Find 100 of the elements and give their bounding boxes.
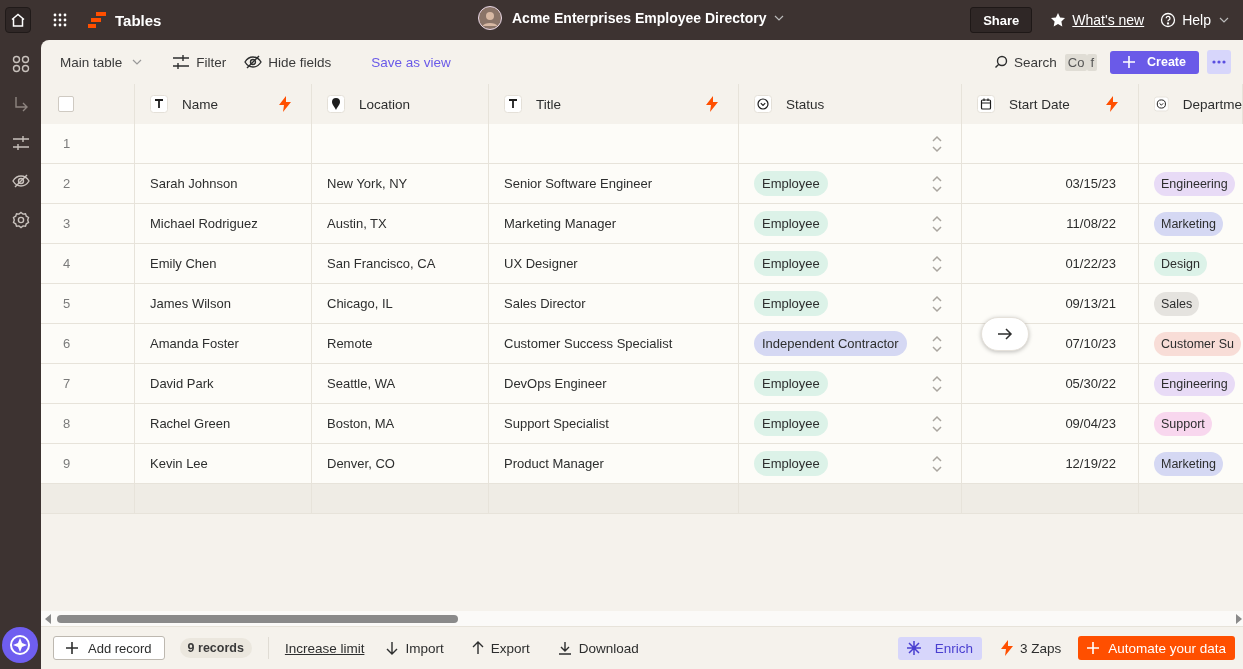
apps-icon[interactable] [11, 55, 30, 73]
table-cell: 05/30/22 [962, 364, 1139, 404]
table-cell: Austin, TX [312, 204, 489, 244]
department-tag[interactable]: Marketing [1154, 451, 1223, 476]
filter-icon [172, 54, 191, 70]
save-as-view-link[interactable]: Save as view [371, 54, 451, 70]
letter-t-icon [150, 95, 168, 113]
checkbox[interactable] [58, 96, 74, 112]
chevron-down-icon [774, 15, 785, 21]
zaps-button[interactable]: 3 Zaps [1000, 640, 1062, 656]
hidden-icon[interactable] [11, 173, 30, 189]
status-tag[interactable]: Employee [754, 411, 828, 436]
increase-limit-link[interactable]: Increase limit [284, 640, 365, 656]
table-cell: Remote [312, 324, 489, 364]
department-tag[interactable]: Design [1154, 251, 1207, 276]
table-cell: Senior Software Engineer [489, 164, 739, 204]
plus-icon [1087, 642, 1100, 654]
department-tag[interactable]: Engineering [1154, 371, 1235, 396]
status-tag[interactable]: Employee [754, 171, 828, 196]
row-number: 6 [41, 324, 135, 364]
help-icon [1160, 12, 1177, 28]
table-cell: 03/15/23 [962, 164, 1139, 204]
compass-icon[interactable] [2, 627, 38, 663]
table-cell: Sarah Johnson [135, 164, 312, 204]
table-cell: Chicago, IL [312, 284, 489, 324]
status-tag[interactable]: Independent Contractor [754, 331, 907, 356]
status-tag[interactable]: Employee [754, 371, 828, 396]
hidden-icon [244, 54, 263, 70]
arrow-down-icon [386, 641, 399, 655]
lightning-icon [1000, 640, 1013, 656]
settings-icon[interactable] [11, 211, 30, 229]
download-button[interactable]: Download [557, 640, 639, 656]
row-number: 4 [41, 244, 135, 284]
status-tag[interactable]: Employee [754, 291, 828, 316]
table-cell: Marketing Manager [489, 204, 739, 244]
lightning-icon [279, 96, 291, 112]
logo-icon [88, 12, 106, 28]
whats-new-link[interactable]: What's new [1072, 12, 1145, 28]
lightning-icon [1106, 96, 1118, 112]
record-count: 9 records [179, 638, 252, 658]
search-button[interactable]: Search [994, 54, 1057, 70]
help-menu[interactable]: Help [1182, 12, 1229, 28]
create-button[interactable]: Create [1110, 50, 1199, 74]
status-tag[interactable]: Employee [754, 451, 828, 476]
up-down-chevron-icon[interactable] [931, 134, 943, 153]
table-cell: Michael Rodriguez [135, 204, 312, 244]
row-number: 8 [41, 404, 135, 444]
export-button[interactable]: Export [471, 640, 530, 656]
up-down-chevron-icon[interactable] [931, 214, 943, 233]
chevron-down-icon [132, 59, 143, 65]
table-cell: San Francisco, CA [312, 244, 489, 284]
horizontal-scrollbar[interactable] [41, 611, 1243, 627]
up-down-chevron-icon[interactable] [931, 334, 943, 353]
row-number: 5 [41, 284, 135, 324]
hide-fields-button[interactable]: Hide fields [244, 54, 332, 70]
table-cell: 09/04/23 [962, 404, 1139, 444]
filter-icon[interactable] [11, 135, 30, 151]
table-cell: David Park [135, 364, 312, 404]
row-number: 7 [41, 364, 135, 404]
up-down-chevron-icon[interactable] [931, 454, 943, 473]
document-title-dropdown[interactable]: Acme Enterprises Employee Directory [512, 10, 785, 26]
enrich-button[interactable]: Enrich [897, 636, 982, 660]
home-button[interactable] [5, 7, 31, 33]
row-number: 3 [41, 204, 135, 244]
department-tag[interactable]: Support [1154, 411, 1212, 436]
filter-button[interactable]: Filter [172, 54, 227, 70]
department-tag[interactable]: Engineering [1154, 171, 1235, 196]
department-tag[interactable]: Marketing [1154, 211, 1223, 236]
table-cell: 11/08/22 [962, 204, 1139, 244]
calendar-icon [977, 95, 995, 113]
up-down-chevron-icon[interactable] [931, 254, 943, 273]
search-icon [994, 55, 1009, 69]
view-dropdown[interactable]: Main table [60, 54, 143, 70]
department-tag[interactable]: Customer Su [1154, 331, 1241, 356]
table-cell: Seattle, WA [312, 364, 489, 404]
table-cell: Product Manager [489, 444, 739, 484]
status-tag[interactable]: Employee [754, 251, 828, 276]
add-record-button[interactable]: Add record [53, 636, 165, 660]
arrow-right-icon [997, 328, 1013, 340]
department-tag[interactable]: Sales [1154, 291, 1200, 316]
plus-icon [1123, 56, 1136, 68]
plus-icon [66, 642, 78, 654]
star-icon [1050, 12, 1067, 28]
up-down-chevron-icon[interactable] [931, 374, 943, 393]
table-cell: UX Designer [489, 244, 739, 284]
status-tag[interactable]: Employee [754, 211, 828, 236]
more-icon [1212, 60, 1226, 64]
up-down-chevron-icon[interactable] [931, 174, 943, 193]
more-button[interactable] [1207, 50, 1231, 74]
map-pin-icon [327, 95, 345, 113]
table-cell: James Wilson [135, 284, 312, 324]
table-cell: Customer Success Specialist [489, 324, 739, 364]
lightning-icon [706, 96, 718, 112]
up-down-chevron-icon[interactable] [931, 294, 943, 313]
sparkle-icon [906, 641, 921, 655]
chevron-down-icon [1219, 17, 1229, 23]
app-grid-icon[interactable] [53, 13, 67, 27]
share-button[interactable]: Share [970, 7, 1033, 33]
import-button[interactable]: Import [386, 640, 444, 656]
up-down-chevron-icon[interactable] [931, 414, 943, 433]
